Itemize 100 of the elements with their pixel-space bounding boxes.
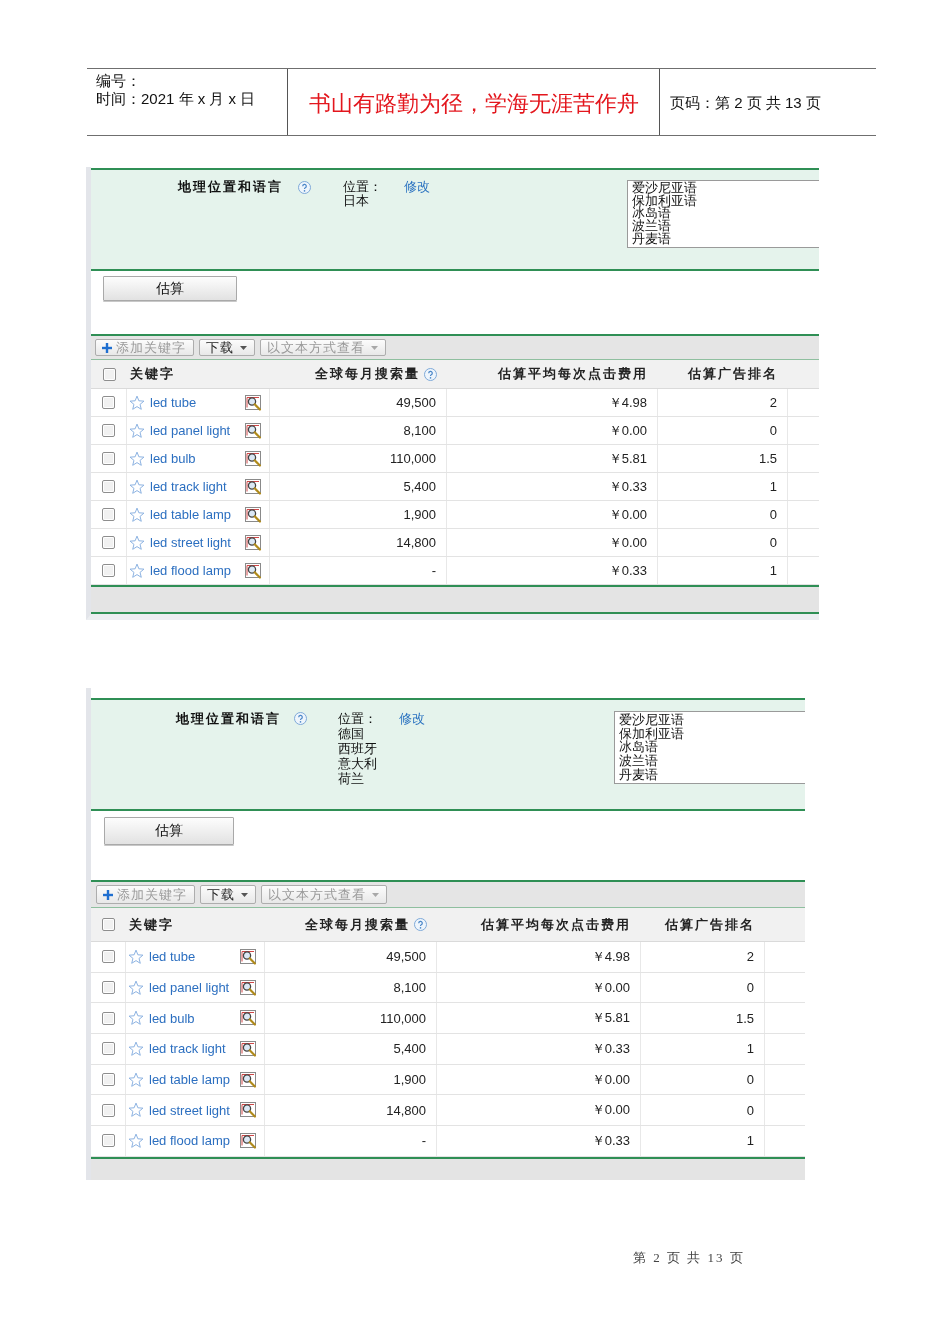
row-checkbox[interactable] <box>102 424 115 437</box>
list-option[interactable]: 保加利亚语 <box>632 194 697 208</box>
column-header: 估算广告排名 <box>688 365 778 383</box>
star-icon[interactable] <box>129 534 145 551</box>
star-icon[interactable] <box>128 979 144 996</box>
row-checkbox[interactable] <box>102 452 115 465</box>
row-checkbox[interactable] <box>101 1103 115 1117</box>
list-option[interactable]: 丹麦语 <box>632 232 671 246</box>
table-cell: ￥0.00 <box>437 972 641 1003</box>
page-number: 第 2 页 共 13 页 <box>633 1249 745 1265</box>
select-all-checkbox[interactable] <box>102 918 115 931</box>
magnifier-icon[interactable] <box>245 450 262 467</box>
list-option[interactable]: 波兰语 <box>619 754 658 768</box>
section-title: 地理位置和语言 <box>178 180 283 194</box>
table-cell: 14,800 <box>270 529 447 556</box>
plus-icon <box>103 889 113 900</box>
page-info: 页码：第 2 页 共 13 页 <box>670 94 821 112</box>
magnifier-icon[interactable] <box>245 478 262 495</box>
keyword-link[interactable]: led tube <box>149 949 196 965</box>
estimate-button[interactable]: 估算 <box>104 817 234 845</box>
keyword-link[interactable]: led flood lamp <box>149 1133 230 1149</box>
magnifier-icon[interactable] <box>245 534 262 551</box>
column-header: 关键字 <box>129 915 174 934</box>
row-checkbox[interactable] <box>101 950 115 964</box>
row-checkbox[interactable] <box>102 508 115 521</box>
row-checkbox[interactable] <box>102 480 115 493</box>
star-icon[interactable] <box>129 562 145 579</box>
magnifier-icon[interactable] <box>240 1071 257 1088</box>
table-cell: 49,500 <box>265 942 437 972</box>
keyword-link[interactable]: led street light <box>150 535 231 550</box>
keyword-link[interactable]: led panel light <box>150 423 231 438</box>
magnifier-icon[interactable] <box>240 1102 257 1119</box>
magnifier-icon[interactable] <box>240 948 257 965</box>
star-icon[interactable] <box>128 1102 144 1119</box>
row-checkbox[interactable] <box>102 536 115 549</box>
table-cell: ￥4.98 <box>437 942 641 972</box>
keyword-link[interactable]: led bulb <box>150 451 196 466</box>
star-icon[interactable] <box>129 478 145 495</box>
star-icon[interactable] <box>129 422 145 439</box>
row-checkbox[interactable] <box>102 396 115 409</box>
help-icon[interactable] <box>414 918 427 931</box>
list-option[interactable]: 爱沙尼亚语 <box>632 182 697 195</box>
row-checkbox[interactable] <box>102 564 115 577</box>
table-cell: 49,500 <box>270 389 447 416</box>
star-icon[interactable] <box>128 1010 144 1027</box>
keyword-link[interactable]: led panel light <box>149 980 230 996</box>
row-checkbox[interactable] <box>101 1011 115 1025</box>
row-checkbox[interactable] <box>101 1073 115 1087</box>
star-icon[interactable] <box>129 450 145 467</box>
help-icon[interactable] <box>298 181 311 194</box>
keyword-link[interactable]: led track light <box>149 1041 226 1057</box>
keyword-link[interactable]: led table lamp <box>149 1072 230 1088</box>
list-option[interactable]: 保加利亚语 <box>619 726 684 741</box>
keyword-link[interactable]: led flood lamp <box>150 563 231 578</box>
help-icon[interactable] <box>424 367 437 381</box>
list-option[interactable]: 冰岛语 <box>619 740 658 755</box>
star-icon[interactable] <box>129 394 145 411</box>
row-checkbox[interactable] <box>101 1134 115 1148</box>
help-icon[interactable] <box>294 712 307 725</box>
star-icon[interactable] <box>128 1071 144 1088</box>
row-checkbox[interactable] <box>101 981 115 995</box>
keyword-link[interactable]: led tube <box>150 395 197 410</box>
keyword-link[interactable]: led street light <box>149 1102 230 1118</box>
list-option[interactable]: 爱沙尼亚语 <box>619 713 684 727</box>
table-cell: 2 <box>641 942 765 972</box>
table-cell: 0 <box>641 1064 765 1095</box>
edit-link[interactable]: 修改 <box>404 180 430 194</box>
magnifier-icon[interactable] <box>240 1040 257 1057</box>
field-label: 位置： <box>338 711 377 726</box>
language-listbox[interactable]: 爱沙尼亚语 保加利亚语 冰岛语 波兰语 丹麦语 <box>614 711 805 784</box>
edit-link[interactable]: 修改 <box>399 711 425 726</box>
caret-icon <box>241 892 248 897</box>
magnifier-icon[interactable] <box>240 1132 257 1149</box>
magnifier-icon[interactable] <box>245 394 262 411</box>
star-icon[interactable] <box>128 1132 144 1149</box>
table-cell: 0 <box>641 972 765 1003</box>
table-cell: 1 <box>641 1126 765 1156</box>
keyword-link[interactable]: led track light <box>150 479 227 494</box>
magnifier-icon[interactable] <box>245 422 262 439</box>
select-all-checkbox[interactable] <box>102 367 116 381</box>
estimate-button[interactable]: 估算 <box>103 276 237 301</box>
star-icon[interactable] <box>129 506 145 523</box>
star-icon[interactable] <box>128 948 144 965</box>
keyword-link[interactable]: led bulb <box>149 1010 195 1026</box>
magnifier-icon[interactable] <box>245 506 262 523</box>
list-option[interactable]: 波兰语 <box>632 220 671 233</box>
star-icon[interactable] <box>128 1040 144 1057</box>
magnifier-icon[interactable] <box>245 562 262 579</box>
magnifier-icon[interactable] <box>240 1010 257 1027</box>
language-listbox[interactable]: 爱沙尼亚语 保加利亚语 冰岛语 波兰语 丹麦语 <box>627 180 819 248</box>
list-option[interactable]: 丹麦语 <box>619 767 658 782</box>
keyword-link[interactable]: led table lamp <box>150 507 231 522</box>
table-cell: ￥0.33 <box>447 473 658 500</box>
magnifier-icon[interactable] <box>240 979 257 996</box>
table-cell: ￥0.33 <box>447 557 658 584</box>
toolbar-button[interactable]: 下载 <box>199 339 255 356</box>
row-checkbox[interactable] <box>101 1042 115 1056</box>
table-cell: 8,100 <box>270 417 447 444</box>
plus-icon <box>102 342 112 353</box>
toolbar-button[interactable]: 下载 <box>200 885 256 904</box>
